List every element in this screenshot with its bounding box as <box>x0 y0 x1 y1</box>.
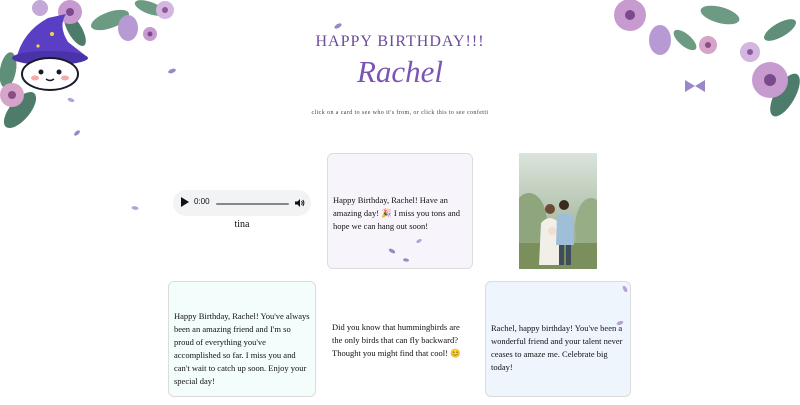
card-message: Rachel, happy birthday! You've been a wo… <box>491 323 623 372</box>
petal-decoration <box>67 97 75 103</box>
couple-photo <box>519 153 597 269</box>
message-card[interactable]: Did you know that hummingbirds are the o… <box>327 281 473 397</box>
recipient-name: Rachel <box>356 54 444 89</box>
petal-decoration <box>74 130 80 136</box>
audio-player[interactable]: 0:00 <box>173 190 311 216</box>
message-card[interactable]: Happy Birthday, Rachel! You've always be… <box>168 281 316 397</box>
audio-time: 0:00 <box>194 197 210 206</box>
petal-decoration <box>622 285 628 293</box>
card-message: Did you know that hummingbirds are the o… <box>332 322 461 358</box>
confetti-hint-link[interactable]: click on a card to see who it's from, or… <box>0 110 800 116</box>
photo-card[interactable] <box>519 153 597 269</box>
play-icon[interactable] <box>181 197 189 207</box>
petal-decoration <box>388 248 396 254</box>
petal-decoration <box>403 258 409 262</box>
message-card[interactable]: Rachel, happy birthday! You've been a wo… <box>485 281 631 397</box>
audio-progress-slider[interactable] <box>216 203 289 205</box>
audio-message-card[interactable]: 0:00 tina <box>168 186 316 246</box>
card-message: Happy Birthday, Rachel! You've always be… <box>174 311 310 386</box>
birthday-greeting: HAPPY BIRTHDAY!!! <box>315 33 485 50</box>
petal-decoration <box>334 23 342 29</box>
petal-decoration <box>616 320 624 326</box>
petal-decoration <box>131 206 139 210</box>
audio-sender-name: tina <box>234 219 250 230</box>
petal-decoration <box>416 238 422 244</box>
volume-icon[interactable] <box>295 198 305 208</box>
message-card[interactable]: Happy Birthday, Rachel! Have an amazing … <box>327 153 473 269</box>
card-message: Happy Birthday, Rachel! Have an amazing … <box>333 195 460 231</box>
